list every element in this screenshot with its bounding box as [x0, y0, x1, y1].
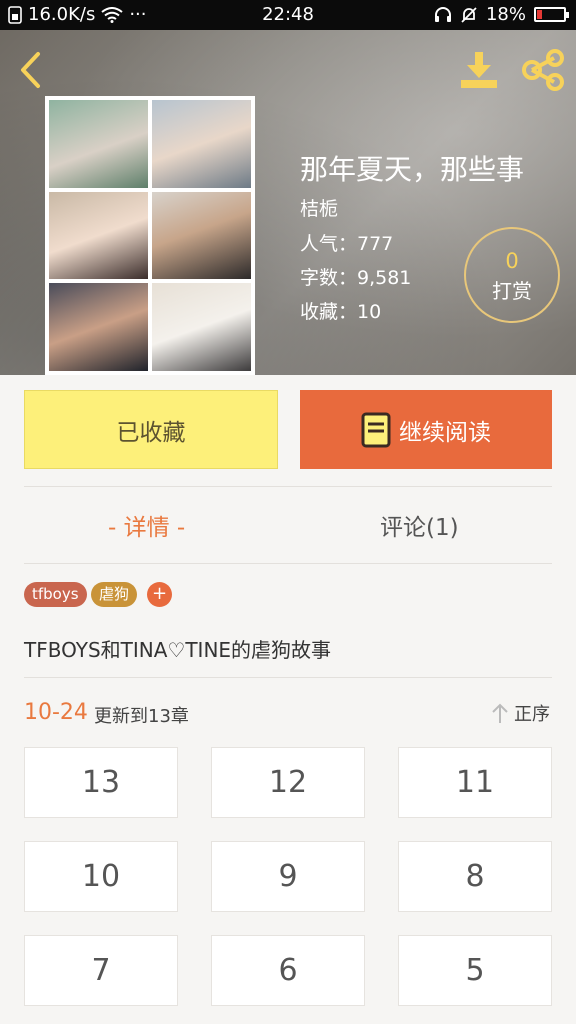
battery-fill — [537, 10, 542, 19]
book-icon — [361, 412, 391, 447]
share-icon — [522, 49, 564, 91]
continue-reading-label: 继续阅读 — [399, 419, 491, 446]
book-header: 那年夏天，那些事 桔栀 人气：777 字数：9,581 收藏：10 0 打赏 — [0, 30, 576, 375]
battery-percent: 18% — [485, 4, 526, 25]
favorited-button[interactable]: 已收藏 — [24, 390, 278, 469]
chapter-button[interactable]: 6 — [211, 935, 365, 1006]
tag-chip[interactable]: 虐狗 — [91, 582, 138, 607]
book-title: 那年夏天，那些事 — [300, 153, 525, 186]
add-tag-button[interactable]: + — [147, 582, 172, 607]
tip-button[interactable]: 0 打赏 — [464, 227, 560, 323]
share-button[interactable] — [520, 48, 568, 92]
divider — [24, 563, 552, 564]
status-right: 18% — [434, 4, 569, 25]
chapter-button[interactable]: 9 — [211, 841, 365, 912]
chapter-button[interactable]: 8 — [398, 841, 552, 912]
sort-order-label: 正序 — [514, 704, 550, 725]
tab-detail[interactable]: - 详情 - — [108, 508, 185, 542]
download-button[interactable] — [456, 48, 502, 92]
download-icon — [461, 52, 497, 88]
mute-bell-icon — [461, 6, 477, 23]
chapter-button[interactable]: 5 — [398, 935, 552, 1006]
book-cover[interactable] — [45, 96, 255, 375]
chapter-button[interactable]: 13 — [24, 747, 178, 818]
favorited-label: 已收藏 — [116, 419, 186, 446]
chapter-button[interactable]: 10 — [24, 841, 178, 912]
tip-label: 打赏 — [492, 279, 532, 303]
tag-chip[interactable]: tfboys — [24, 582, 87, 607]
tip-count: 0 — [505, 249, 519, 273]
popularity-stat: 人气：777 — [300, 233, 394, 255]
chapter-button[interactable]: 7 — [24, 935, 178, 1006]
cover-photo — [152, 191, 251, 280]
book-description: TFBOYS和TINA♡TINE的虐狗故事 — [24, 638, 332, 662]
cover-photo — [49, 283, 148, 371]
tab-comments[interactable]: 评论(1) — [380, 508, 459, 542]
cover-photo — [152, 100, 251, 188]
sort-order-button[interactable]: 正序 — [490, 700, 550, 726]
back-button[interactable] — [14, 48, 50, 92]
continue-reading-button[interactable]: 继续阅读 — [300, 390, 552, 469]
divider — [24, 486, 552, 487]
battery-icon — [534, 7, 569, 22]
arrow-up-icon — [492, 703, 508, 723]
book-author[interactable]: 桔栀 — [300, 194, 338, 221]
update-text: 更新到13章 — [94, 706, 189, 727]
chapter-button[interactable]: 11 — [398, 747, 552, 818]
cover-photo — [49, 100, 148, 188]
divider — [24, 677, 552, 678]
word-count-stat: 字数：9,581 — [300, 267, 412, 289]
cover-photo — [152, 283, 251, 371]
back-chevron-icon — [21, 52, 40, 88]
cover-photo — [49, 191, 148, 280]
favorites-stat: 收藏：10 — [300, 301, 382, 323]
chapter-button[interactable]: 12 — [211, 747, 365, 818]
headset-icon — [434, 6, 451, 22]
update-date: 10-24 — [24, 700, 88, 725]
status-bar: 16.0K/s ··· 22:48 18% — [0, 0, 576, 30]
